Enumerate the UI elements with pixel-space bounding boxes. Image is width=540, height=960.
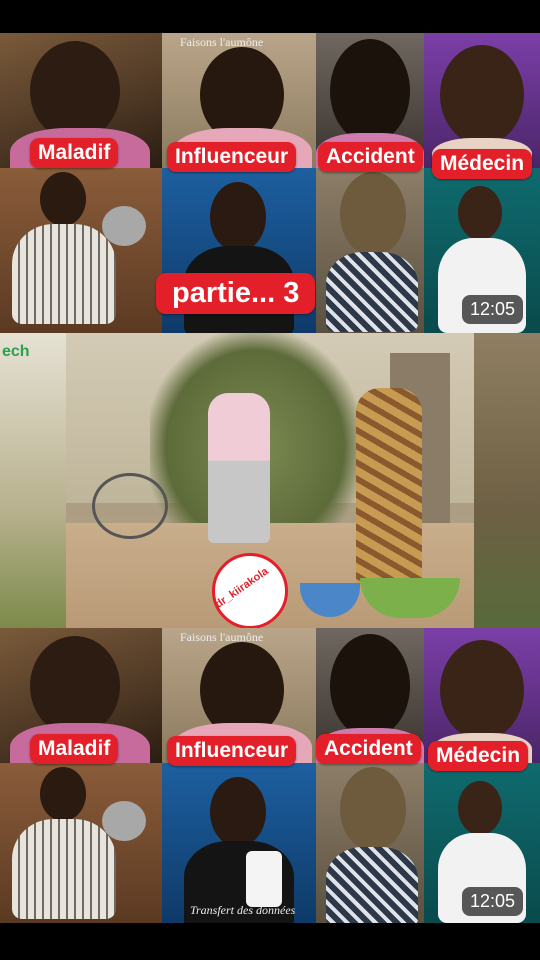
label-influenceur-2: Influenceur	[167, 736, 297, 766]
woman-standing	[356, 388, 422, 588]
video-scene[interactable]: ech dr_kiirakola	[0, 333, 540, 628]
left-blur-strip	[0, 333, 66, 628]
bottom-collage: Faisons l'aumône Transfert des données M…	[0, 628, 540, 923]
label-medecin: Médecin	[432, 149, 533, 179]
watermark-text: dr_kiirakola	[213, 565, 271, 611]
label-influenceur: Influenceur	[167, 142, 297, 172]
photo-man-sitting-2	[0, 763, 162, 923]
top-collage: Faisons l'aumône Maladif Influenceur Acc…	[0, 33, 540, 333]
label-medecin-2: Médecin	[428, 741, 529, 771]
bicycle	[92, 473, 168, 539]
label-accident-2: Accident	[316, 734, 421, 764]
photo-girl-doctor	[424, 33, 540, 168]
man-standing	[208, 393, 270, 543]
watermark-logo: dr_kiirakola	[212, 553, 288, 628]
video-duration-2: 12:05	[462, 887, 524, 916]
channel-logo: ech	[2, 343, 30, 360]
label-maladif: Maladif	[30, 138, 119, 168]
caption-bottom: Transfert des données	[190, 903, 296, 917]
video-duration: 12:05	[462, 295, 524, 324]
right-blur-strip	[474, 333, 540, 628]
label-accident: Accident	[318, 142, 423, 172]
phone-shape	[246, 851, 282, 907]
label-maladif-2: Maladif	[30, 734, 119, 764]
photo-burned-woman	[316, 168, 424, 333]
photo-priest-2: Transfert des données	[162, 763, 316, 923]
photo-burned-woman-2	[316, 763, 424, 923]
photo-man-sitting	[0, 168, 162, 333]
part-label: partie... 3	[156, 273, 316, 314]
